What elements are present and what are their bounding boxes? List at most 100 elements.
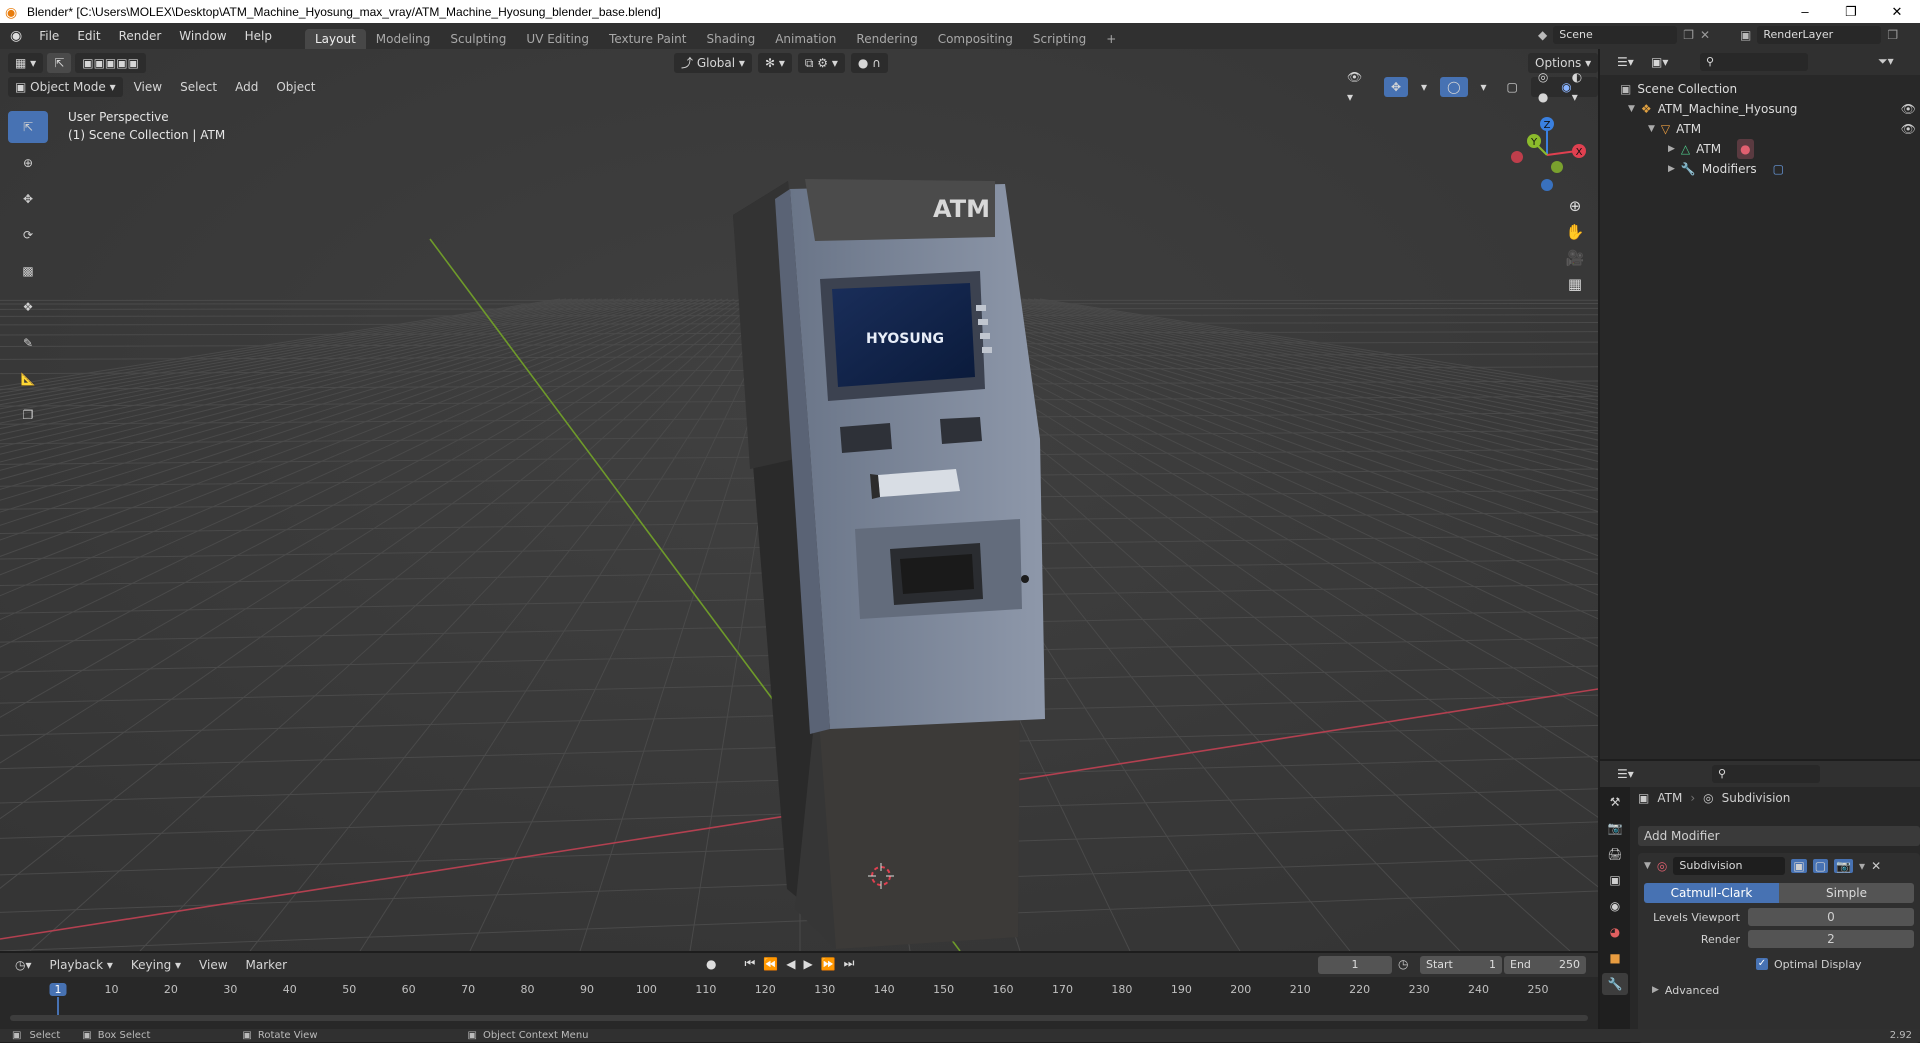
close-window-button[interactable]: ✕ [1874, 0, 1920, 23]
select-tool-icon[interactable]: ⇱ [47, 53, 71, 73]
view-layer-tab-icon[interactable]: ▣ [1602, 869, 1628, 891]
add-modifier-dropdown[interactable]: Add Modifier [1638, 826, 1920, 846]
viewport-menu-view[interactable]: View [127, 77, 169, 97]
modifier-tab-icon[interactable]: 🔧 [1602, 973, 1628, 995]
object-tab-icon[interactable]: ■ [1602, 947, 1628, 969]
pan-hand-icon[interactable]: ✋ [1566, 223, 1585, 241]
filter-icon[interactable]: ⏷▾ [1878, 54, 1894, 69]
current-frame-indicator[interactable]: 1 [50, 983, 67, 996]
output-tab-icon[interactable]: 🖨 [1602, 843, 1628, 865]
material-icon[interactable]: ● [1737, 139, 1753, 159]
render-toggle-icon[interactable]: 📷 [1834, 859, 1853, 873]
outliner-item-modifiers[interactable]: ▶ 🔧 Modifiers ▢ [1620, 159, 1920, 179]
render-tab-icon[interactable]: 📷 [1602, 817, 1628, 839]
orientation-dropdown[interactable]: ⤴ Global ▾ [674, 53, 752, 73]
tab-compositing[interactable]: Compositing [928, 29, 1023, 49]
overlay-dropdown[interactable]: ▾ [1474, 77, 1494, 97]
new-scene-icon[interactable]: ❐ [1683, 28, 1694, 42]
edit-mode-toggle-icon[interactable]: ▣ [1791, 859, 1806, 873]
gizmo-dropdown[interactable]: ▾ [1414, 77, 1434, 97]
zoom-icon[interactable]: ⊕ [1569, 197, 1582, 215]
add-cube-tool-icon[interactable]: ❐ [8, 399, 48, 431]
visibility-eye-icon[interactable]: 👁 [1901, 99, 1916, 119]
display-mode-icon[interactable]: ▣▾ [1644, 52, 1675, 72]
xray-toggle-icon[interactable]: ▢ [1500, 77, 1525, 97]
render-layer-selector[interactable]: RenderLayer [1757, 26, 1881, 44]
overlay-toggle-icon[interactable]: ◯ [1440, 77, 1467, 97]
expand-arrow-icon[interactable]: ▼ [1628, 99, 1635, 119]
new-render-layer-icon[interactable]: ❐ [1887, 28, 1898, 42]
levels-viewport-field[interactable]: 0 [1748, 908, 1914, 926]
menu-edit[interactable]: Edit [68, 23, 109, 49]
3d-viewport[interactable]: ATM HYOSUNG ▦ ▾ ⇱ ▣▣▣▣▣ [0, 49, 1598, 951]
scene-selector[interactable]: Scene [1553, 26, 1677, 44]
scene-tab-icon[interactable]: ◉ [1602, 895, 1628, 917]
modifier-menu-dropdown[interactable]: ▾ [1859, 859, 1865, 873]
subdivision-modifier-icon[interactable]: ▢ [1773, 159, 1784, 179]
perspective-grid-icon[interactable]: ▦ [1568, 275, 1582, 293]
timeline-scrollbar[interactable] [10, 1015, 1588, 1021]
catmull-clark-option[interactable]: Catmull-Clark [1644, 883, 1779, 903]
modifier-name-field[interactable]: Subdivision [1673, 857, 1785, 875]
render-levels-field[interactable]: 2 [1748, 930, 1914, 948]
gizmo-toggle-icon[interactable]: ✥ [1384, 77, 1408, 97]
select-box-tool-icon[interactable]: ⇱ [8, 111, 48, 143]
menu-file[interactable]: File [30, 23, 68, 49]
menu-help[interactable]: Help [236, 23, 281, 49]
optimal-display-checkbox[interactable]: ✓ [1756, 958, 1768, 970]
outliner-item-collection[interactable]: ▼ ❖ ATM_Machine_Hyosung 👁 [1620, 99, 1920, 119]
outliner-item-object[interactable]: ▼ ▽ ATM 👁 [1620, 119, 1920, 139]
collapse-arrow-icon[interactable]: ▼ [1644, 861, 1651, 871]
visibility-icon[interactable]: 👁 ▾ [1340, 77, 1378, 97]
minimize-button[interactable]: – [1782, 0, 1828, 23]
scale-tool-icon[interactable]: ▩ [8, 255, 48, 287]
annotate-tool-icon[interactable]: ✎ [8, 327, 48, 359]
expand-arrow-icon[interactable]: ▼ [1648, 119, 1655, 139]
measure-tool-icon[interactable]: 📐 [8, 363, 48, 395]
tab-uv-editing[interactable]: UV Editing [516, 29, 599, 49]
tab-scripting[interactable]: Scripting [1023, 29, 1096, 49]
atm-model[interactable]: ATM HYOSUNG [720, 129, 1060, 951]
proportional-edit-toggle[interactable]: ● ∩ [851, 53, 888, 73]
rotate-tool-icon[interactable]: ⟳ [8, 219, 48, 251]
add-workspace-button[interactable]: + [1096, 29, 1126, 49]
playhead-line[interactable] [57, 997, 59, 1015]
snap-toggle[interactable]: ⧉ ⚙ ▾ [798, 53, 845, 73]
viewport-menu-object[interactable]: Object [269, 77, 322, 97]
realtime-toggle-icon[interactable]: ▢ [1813, 859, 1828, 873]
outliner-search-input[interactable]: ⚲ [1700, 53, 1808, 71]
mode-dropdown[interactable]: ▣ Object Mode ▾ [8, 77, 123, 97]
remove-scene-icon[interactable]: ✕ [1700, 28, 1710, 42]
camera-view-icon[interactable]: 🎥 [1566, 249, 1585, 267]
properties-editor-type-icon[interactable]: ☰▾ [1610, 764, 1641, 784]
restore-button[interactable]: ❐ [1828, 0, 1874, 23]
menu-render[interactable]: Render [110, 23, 171, 49]
properties-search-input[interactable]: ⚲ [1712, 765, 1820, 783]
remove-modifier-icon[interactable]: ✕ [1871, 859, 1881, 873]
visibility-eye-icon[interactable]: 👁 [1901, 119, 1916, 139]
tool-tab-icon[interactable]: ⚒ [1602, 791, 1628, 813]
outliner-editor-type-icon[interactable]: ☰▾ [1610, 52, 1641, 72]
simple-option[interactable]: Simple [1779, 883, 1914, 903]
cursor-tool-icon[interactable]: ⊕ [8, 147, 48, 179]
expand-arrow-icon[interactable]: ▶ [1652, 985, 1659, 995]
3d-cursor[interactable] [866, 861, 896, 891]
tab-layout[interactable]: Layout [305, 29, 366, 49]
blender-menu-icon[interactable]: ◉ [0, 28, 30, 44]
world-tab-icon[interactable]: ◕ [1602, 921, 1628, 943]
selection-mode-buttons[interactable]: ▣▣▣▣▣ [75, 53, 146, 73]
menu-window[interactable]: Window [170, 23, 235, 49]
pivot-point-dropdown[interactable]: ✻ ▾ [758, 53, 792, 73]
tab-modeling[interactable]: Modeling [366, 29, 441, 49]
collapse-arrow-icon[interactable]: ▶ [1668, 139, 1675, 159]
collapse-arrow-icon[interactable]: ▶ [1668, 159, 1675, 179]
viewport-menu-select[interactable]: Select [173, 77, 224, 97]
tab-shading[interactable]: Shading [696, 29, 765, 49]
tab-animation[interactable]: Animation [765, 29, 846, 49]
tab-rendering[interactable]: Rendering [846, 29, 927, 49]
viewport-menu-add[interactable]: Add [228, 77, 265, 97]
shading-mode-buttons[interactable]: ◎ ● ◉ ◐ ▾ [1531, 77, 1598, 97]
move-tool-icon[interactable]: ✥ [8, 183, 48, 215]
tab-texture-paint[interactable]: Texture Paint [599, 29, 696, 49]
navigation-gizmo[interactable]: Z X Y [1505, 111, 1587, 193]
